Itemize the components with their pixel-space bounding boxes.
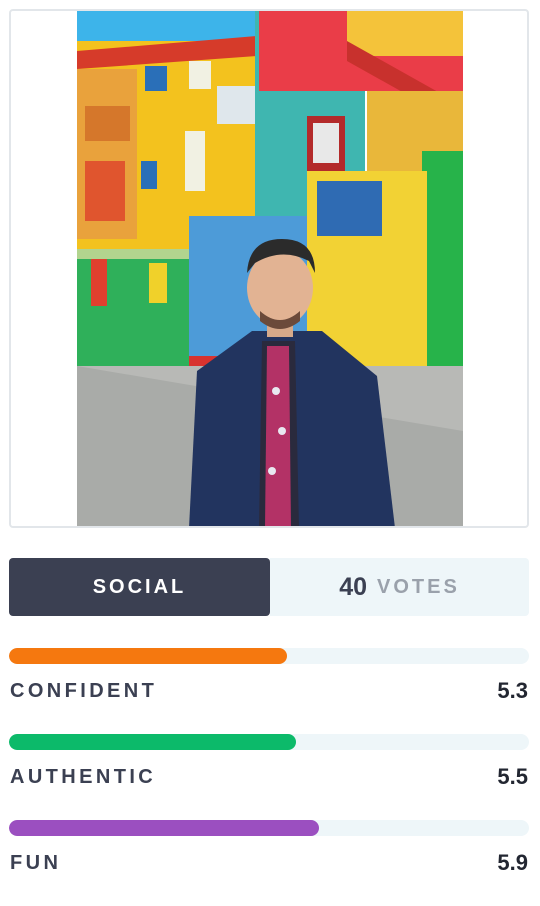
trait-fill-bar	[9, 648, 288, 664]
trait-score: 5.9	[497, 850, 528, 875]
votes-summary: 40 VOTES	[270, 558, 529, 616]
stats-bar: SOCIAL 40 VOTES	[9, 558, 529, 616]
trait-name: AUTHENTIC	[10, 766, 157, 788]
category-label: SOCIAL	[92, 575, 187, 598]
trait-fill-bar	[9, 734, 297, 750]
trait-score: 5.3	[497, 678, 528, 703]
trait-track	[9, 820, 529, 836]
trait-row-authentic: AUTHENTIC 5.5	[9, 734, 529, 794]
trait-track	[9, 648, 529, 664]
trait-fill-bar	[9, 820, 319, 836]
category-tab[interactable]: SOCIAL	[9, 558, 270, 616]
profile-photo[interactable]	[77, 11, 463, 526]
trait-track	[9, 734, 529, 750]
trait-name: FUN	[10, 852, 62, 874]
trait-name: CONFIDENT	[10, 680, 158, 702]
votes-label: VOTES	[377, 575, 460, 598]
trait-row-confident: CONFIDENT 5.3	[9, 648, 529, 708]
votes-count: 40	[339, 572, 367, 601]
trait-score: 5.5	[497, 764, 528, 789]
rating-card: SOCIAL 40 VOTES CONFIDENT 5.3 AUTHENTIC …	[0, 0, 540, 906]
photo-illustration	[77, 11, 463, 526]
photo-card	[9, 9, 529, 528]
trait-row-fun: FUN 5.9	[9, 820, 529, 880]
